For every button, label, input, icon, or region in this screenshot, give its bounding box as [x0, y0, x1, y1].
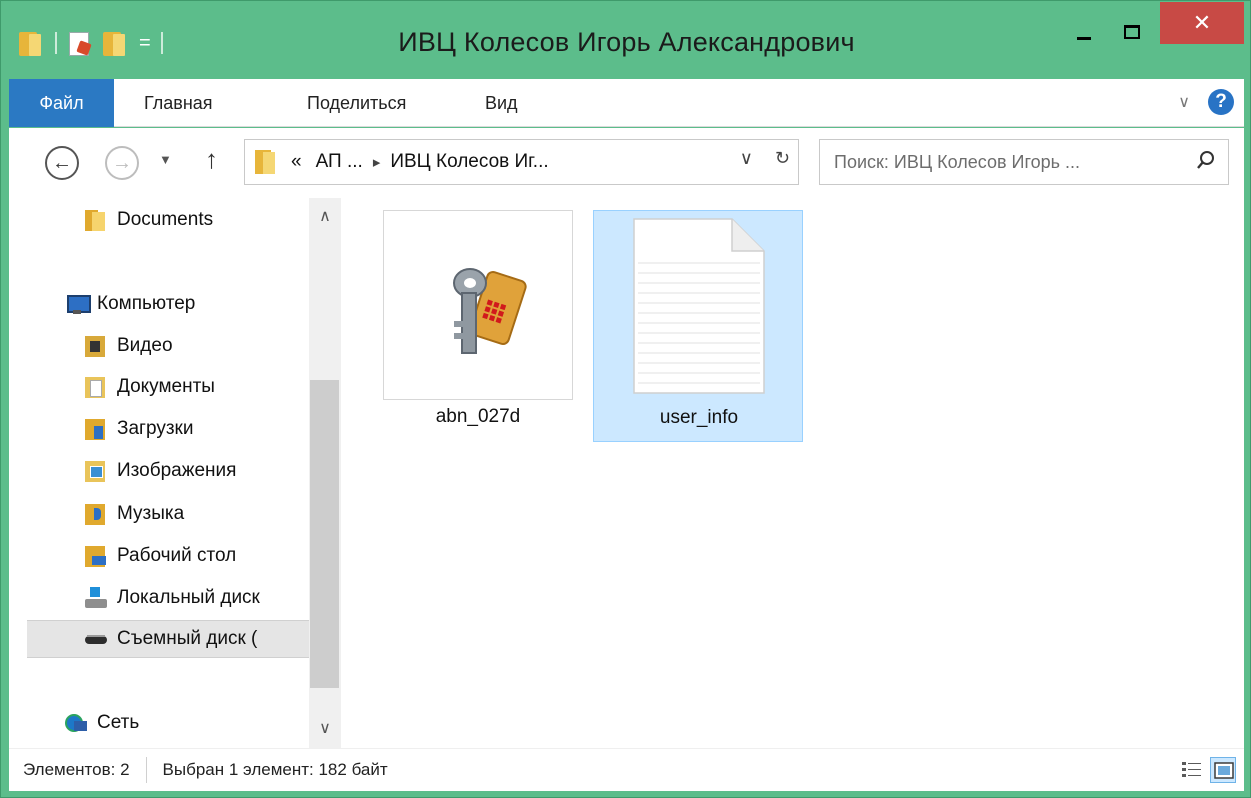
breadcrumb-overflow[interactable]: « [291, 151, 302, 173]
nav-item-removable-disk[interactable]: Съемный диск ( [27, 620, 309, 658]
folder-icon [255, 149, 281, 175]
text-document-icon [633, 218, 765, 394]
ribbon-tabs: Файл Главная Поделиться Вид ∨ ? [9, 79, 1244, 127]
tab-home[interactable]: Главная [144, 79, 213, 127]
folder-icon [85, 209, 107, 231]
scroll-down-icon[interactable]: ∨ [309, 714, 341, 742]
downloads-folder-icon [85, 418, 107, 440]
minimize-button[interactable] [1061, 13, 1107, 51]
minimize-icon [1077, 36, 1091, 40]
key-certificate-icon [453, 268, 527, 354]
nav-item-label: Сеть [97, 712, 140, 733]
removable-disk-icon [85, 628, 107, 650]
up-button[interactable]: ↑ [205, 144, 218, 175]
nav-item-label: Музыка [117, 503, 185, 524]
search-icon[interactable] [1196, 150, 1216, 170]
maximize-icon [1124, 25, 1140, 39]
nav-item-desktop[interactable]: Рабочий стол [9, 537, 309, 575]
address-bar[interactable]: « АП ... ▸ ИВЦ Колесов Иг... ∨ ↻ [244, 139, 799, 185]
tab-file[interactable]: Файл [9, 79, 114, 127]
file-item-selected[interactable]: user_info [593, 210, 803, 442]
explorer-window: = ИВЦ Колесов Игорь Александрович ✕ Файл… [0, 0, 1251, 798]
large-icons-view-button[interactable] [1210, 757, 1236, 783]
pictures-folder-icon [85, 460, 107, 482]
large-icons-view-icon [1214, 762, 1234, 779]
nav-item-label: Рабочий стол [117, 545, 237, 566]
nav-item-label: Documents [117, 209, 214, 230]
nav-item-local-disk[interactable]: Локальный диск [9, 579, 309, 617]
computer-icon [65, 293, 91, 315]
details-view-icon [1182, 762, 1201, 777]
file-name: abn_027d [435, 406, 521, 427]
music-folder-icon [85, 503, 107, 525]
nav-item-documents-ru[interactable]: Документы [9, 368, 309, 406]
search-input[interactable]: Поиск: ИВЦ Колесов Игорь ... [834, 152, 1080, 173]
breadcrumb-segment-current[interactable]: ИВЦ Колесов Иг... [390, 151, 548, 173]
status-bar: Элементов: 2 Выбран 1 элемент: 182 байт [9, 748, 1244, 791]
file-thumbnail [604, 211, 794, 401]
search-box[interactable]: Поиск: ИВЦ Колесов Игорь ... [819, 139, 1229, 185]
file-name: user_info [659, 407, 739, 428]
address-history-dropdown[interactable]: ∨ [740, 148, 753, 169]
expand-ribbon-chevron-icon[interactable]: ∨ [1178, 92, 1190, 112]
navigation-pane: Documents Компьютер Видео Документы Загр… [9, 198, 309, 748]
file-list: abn_027d user_info [341, 198, 1244, 748]
file-thumbnail [383, 210, 573, 400]
back-button[interactable]: ← [45, 146, 79, 180]
nav-item-label: Видео [117, 335, 173, 356]
nav-item-video[interactable]: Видео [9, 327, 309, 365]
nav-item-label: Съемный диск ( [117, 628, 258, 649]
scroll-up-icon[interactable]: ∧ [309, 202, 341, 230]
nav-item-downloads[interactable]: Загрузки [9, 410, 309, 448]
close-icon: ✕ [1192, 10, 1212, 35]
nav-item-network[interactable]: Сеть [9, 704, 309, 742]
nav-item-label: Компьютер [97, 293, 196, 314]
network-icon [65, 712, 87, 734]
close-button[interactable]: ✕ [1160, 2, 1244, 44]
navigation-bar: ← → ▼ ↑ « АП ... ▸ ИВЦ Колесов Иг... ∨ ↻… [9, 128, 1244, 198]
refresh-icon[interactable]: ↻ [775, 148, 790, 169]
nav-pane-scrollbar[interactable]: ∧ ∨ [309, 198, 341, 748]
nav-item-pictures[interactable]: Изображения [9, 452, 309, 490]
nav-item-computer[interactable]: Компьютер [9, 285, 309, 323]
nav-item-label: Изображения [117, 460, 237, 481]
file-item[interactable]: abn_027d [373, 210, 583, 442]
help-icon[interactable]: ? [1208, 89, 1234, 115]
breadcrumb-segment[interactable]: АП ... [316, 151, 363, 173]
forward-button[interactable]: → [105, 146, 139, 180]
nav-item-music[interactable]: Музыка [9, 495, 309, 533]
tab-view[interactable]: Вид [485, 79, 518, 127]
scroll-thumb[interactable] [310, 380, 339, 688]
maximize-button[interactable] [1109, 13, 1155, 51]
explorer-body: Documents Компьютер Видео Документы Загр… [9, 198, 1244, 748]
nav-item-label: Загрузки [117, 418, 194, 439]
nav-item-label: Документы [117, 376, 215, 397]
forward-arrow-icon: → [112, 151, 132, 174]
tab-share[interactable]: Поделиться [307, 79, 406, 127]
title-bar: = ИВЦ Колесов Игорь Александрович ✕ [1, 1, 1251, 79]
status-separator [145, 757, 147, 783]
selection-info: Выбран 1 элемент: 182 байт [162, 760, 388, 779]
documents-folder-icon [85, 376, 107, 398]
details-view-button[interactable] [1178, 757, 1204, 783]
video-folder-icon [85, 335, 107, 357]
nav-item-label: Локальный диск [117, 587, 260, 608]
item-count: Элементов: 2 [23, 760, 130, 779]
back-arrow-icon: ← [52, 151, 72, 174]
recent-locations-dropdown[interactable]: ▼ [159, 152, 172, 167]
nav-item-documents[interactable]: Documents [9, 201, 309, 239]
desktop-folder-icon [85, 545, 107, 567]
local-disk-icon [85, 587, 107, 609]
breadcrumb-separator[interactable]: ▸ [373, 153, 381, 171]
